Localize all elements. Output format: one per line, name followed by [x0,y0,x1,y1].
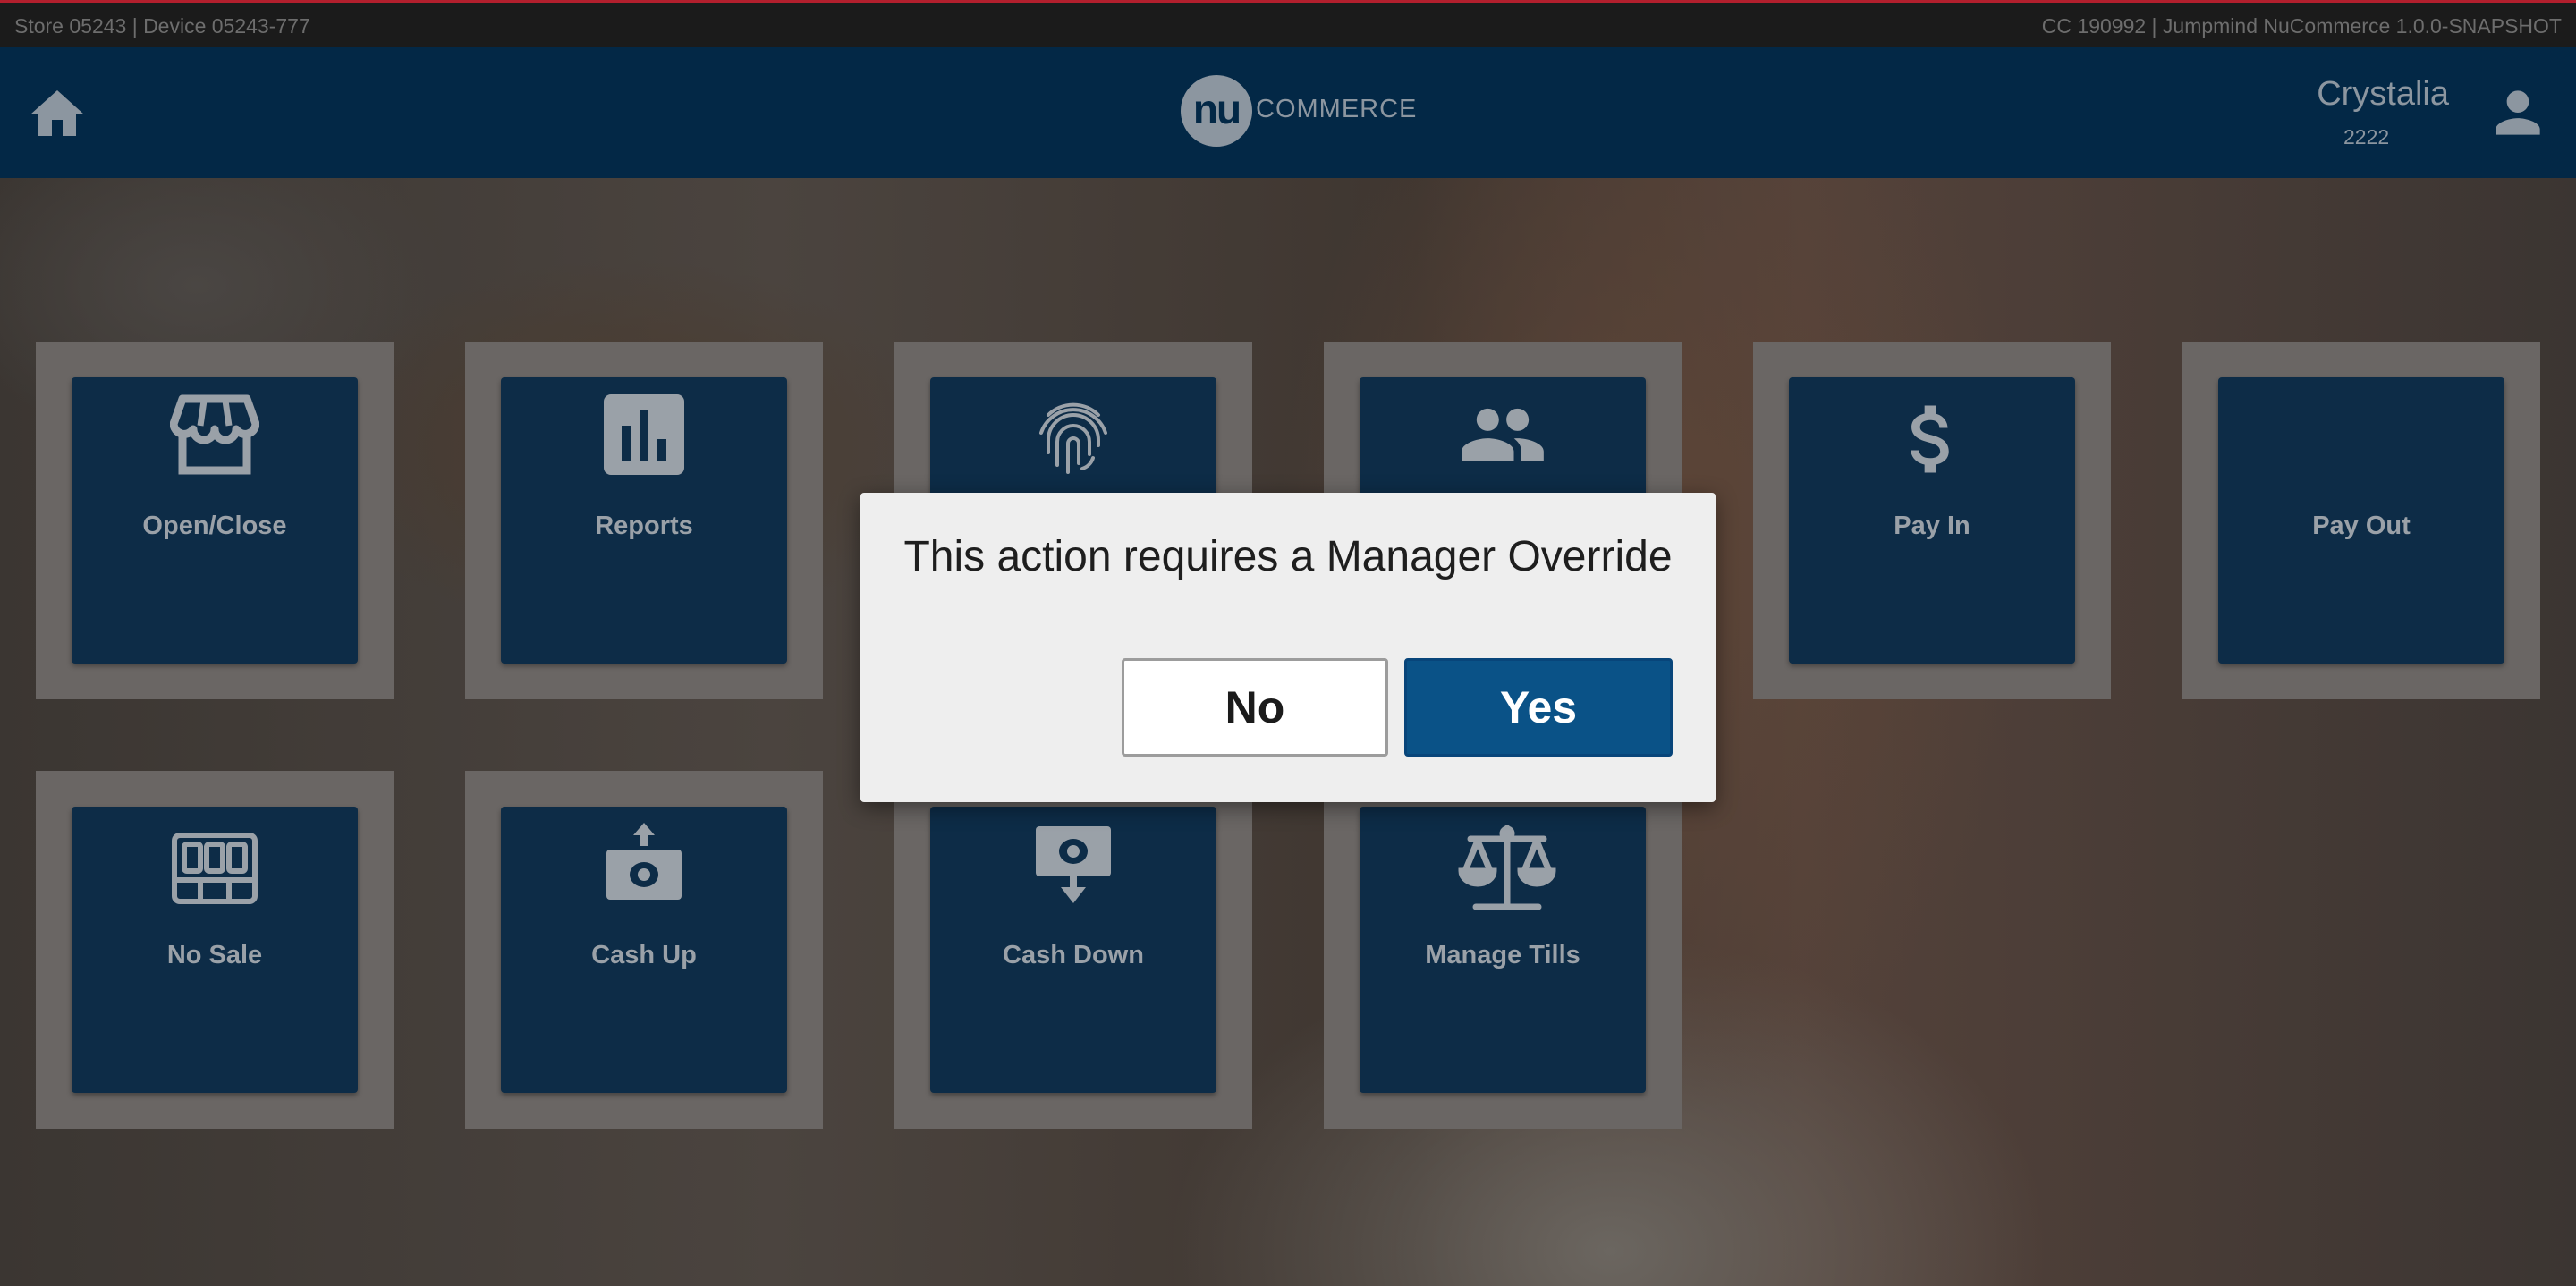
tile-frame: Reports [465,342,823,699]
user-name: Crystalia [2317,75,2449,113]
tile-label: Pay Out [2312,512,2411,540]
tile-label: Cash Up [591,941,697,969]
reports-tile[interactable]: Reports [501,377,787,664]
people-icon [1458,390,1547,479]
store-device-info: Store 05243 | Device 05243-777 [14,14,310,38]
tile-label: Pay In [1894,512,1970,540]
dialog-message: This action requires a Manager Override [903,533,1673,580]
status-bar: Store 05243 | Device 05243-777 CC 190992… [0,0,2576,47]
home-icon[interactable] [25,82,89,147]
tile-frame: Pay In [1753,342,2111,699]
open-close-tile[interactable]: Open/Close [72,377,358,664]
fingerprint-icon [1029,390,1118,479]
manager-override-dialog: This action requires a Manager Override … [860,493,1716,802]
tile-label: Reports [595,512,693,540]
cash-up-tile[interactable]: Cash Up [501,807,787,1093]
user-id: 2222 [2343,125,2390,148]
yes-button[interactable]: Yes [1404,658,1673,757]
logo-text: COMMERCE [1256,95,1418,123]
storefront-icon [169,390,260,479]
pay-out-tile[interactable]: Pay Out [2218,377,2504,664]
manage-tills-tile[interactable]: Manage Tills [1360,807,1646,1093]
tile-label: No Sale [166,941,263,969]
tile-frame: Cash Down [894,771,1252,1129]
tile-label: Cash Down [1003,941,1144,969]
tile-label: Open/Close [142,512,287,540]
version-info: CC 190992 | Jumpmind NuCommerce 1.0.0-SN… [2041,14,2562,38]
app-header: nu COMMERCE Crystalia 2222 [0,47,2576,178]
tile-frame: No Sale [36,771,394,1129]
tile-frame: Open/Close [36,342,394,699]
tile-frame: Manage Tills [1324,771,1682,1129]
pay-in-tile[interactable]: Pay In [1789,377,2075,664]
cash-up-icon [599,819,689,909]
bar-chart-icon [599,390,689,479]
scale-icon [1458,819,1556,910]
tile-frame: Cash Up [465,771,823,1129]
tile-frame: Pay Out [2182,342,2540,699]
no-button[interactable]: No [1122,658,1388,757]
dollar-icon [1887,390,1977,479]
logo-mark: nu [1181,75,1252,147]
person-icon[interactable] [2485,77,2551,148]
tile-label: Manage Tills [1425,941,1580,969]
cash-down-tile[interactable]: Cash Down [930,807,1216,1093]
cash-down-icon [1029,819,1118,909]
no-sale-tile[interactable]: No Sale [72,807,358,1093]
cash-drawer-icon [170,819,259,909]
